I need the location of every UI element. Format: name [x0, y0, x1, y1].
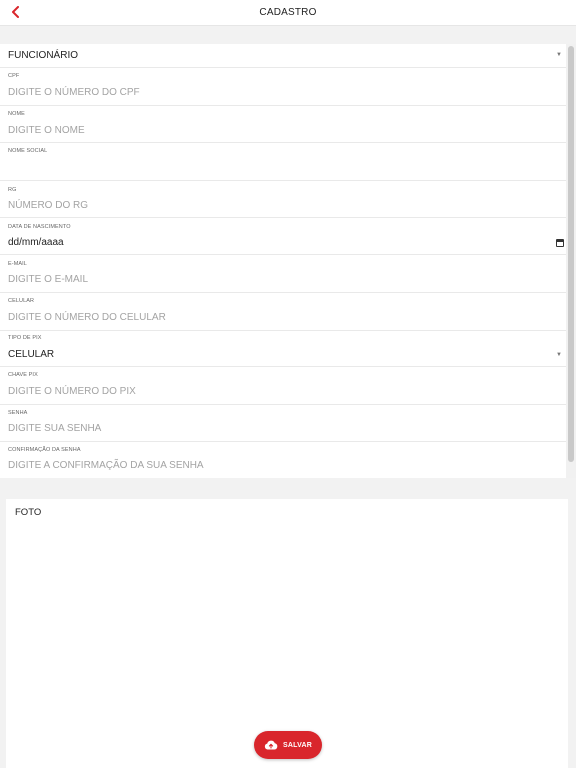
nome-social-field[interactable]: NOME SOCIAL	[0, 143, 566, 181]
caret-down-icon: ▼	[556, 52, 562, 58]
celular-input[interactable]: DIGITE O NÚMERO DO CELULAR	[8, 312, 166, 323]
app-header: CADASTRO	[0, 0, 576, 26]
scrollbar-thumb[interactable]	[568, 46, 574, 462]
confirmacao-senha-field[interactable]: CONFIRMAÇÃO DA SENHA DIGITE A CONFIRMAÇÃ…	[0, 442, 566, 478]
celular-field[interactable]: CELULAR DIGITE O NÚMERO DO CELULAR	[0, 293, 566, 331]
email-label: E-MAIL	[8, 261, 27, 267]
cloud-upload-icon	[264, 740, 278, 750]
save-button[interactable]: SALVAR	[254, 731, 322, 759]
user-type-select[interactable]: FUNCIONÁRIO ▼	[0, 44, 566, 68]
cpf-input[interactable]: DIGITE O NÚMERO DO CPF	[8, 87, 140, 98]
rg-field[interactable]: RG NÚMERO DO RG	[0, 181, 566, 218]
tipo-pix-select[interactable]: TIPO DE PIX CELULAR ▼	[0, 331, 566, 367]
cpf-field[interactable]: CPF DIGITE O NÚMERO DO CPF	[0, 68, 566, 106]
chave-pix-field[interactable]: CHAVE PIX DIGITE O NÚMERO DO PIX	[0, 367, 566, 405]
confirmacao-senha-input[interactable]: DIGITE A CONFIRMAÇÃO DA SUA SENHA	[8, 460, 204, 471]
user-type-value: FUNCIONÁRIO	[8, 50, 78, 61]
form-scrollbar[interactable]	[566, 44, 576, 478]
nome-social-label: NOME SOCIAL	[8, 148, 48, 154]
email-field[interactable]: E-MAIL DIGITE O E-MAIL	[0, 255, 566, 293]
senha-field[interactable]: SENHA DIGITE SUA SENHA	[0, 405, 566, 442]
save-button-label: SALVAR	[283, 741, 312, 749]
data-nascimento-label: DATA DE NASCIMENTO	[8, 224, 71, 230]
rg-input[interactable]: NÚMERO DO RG	[8, 200, 88, 211]
email-input[interactable]: DIGITE O E-MAIL	[8, 274, 88, 285]
senha-input[interactable]: DIGITE SUA SENHA	[8, 423, 101, 434]
nome-input[interactable]: DIGITE O NOME	[8, 125, 85, 136]
data-nascimento-input[interactable]: dd/mm/aaaa	[8, 237, 64, 248]
rg-label: RG	[8, 187, 17, 193]
photo-label: FOTO	[15, 507, 42, 518]
senha-label: SENHA	[8, 410, 28, 416]
registration-form: FUNCIONÁRIO ▼ CPF DIGITE O NÚMERO DO CPF…	[0, 44, 566, 478]
nome-label: NOME	[8, 111, 25, 117]
chave-pix-input[interactable]: DIGITE O NÚMERO DO PIX	[8, 386, 136, 397]
confirmacao-senha-label: CONFIRMAÇÃO DA SENHA	[8, 447, 81, 453]
chave-pix-label: CHAVE PIX	[8, 372, 38, 378]
celular-label: CELULAR	[8, 298, 35, 304]
photo-upload-area[interactable]: FOTO	[6, 499, 568, 768]
tipo-pix-label: TIPO DE PIX	[8, 335, 42, 341]
tipo-pix-value: CELULAR	[8, 349, 55, 360]
cpf-label: CPF	[8, 73, 20, 79]
calendar-icon[interactable]	[556, 239, 564, 247]
data-nascimento-field[interactable]: DATA DE NASCIMENTO dd/mm/aaaa	[0, 218, 566, 255]
nome-field[interactable]: NOME DIGITE O NOME	[0, 106, 566, 143]
page-title: CADASTRO	[259, 7, 317, 18]
caret-down-icon: ▼	[556, 352, 562, 358]
